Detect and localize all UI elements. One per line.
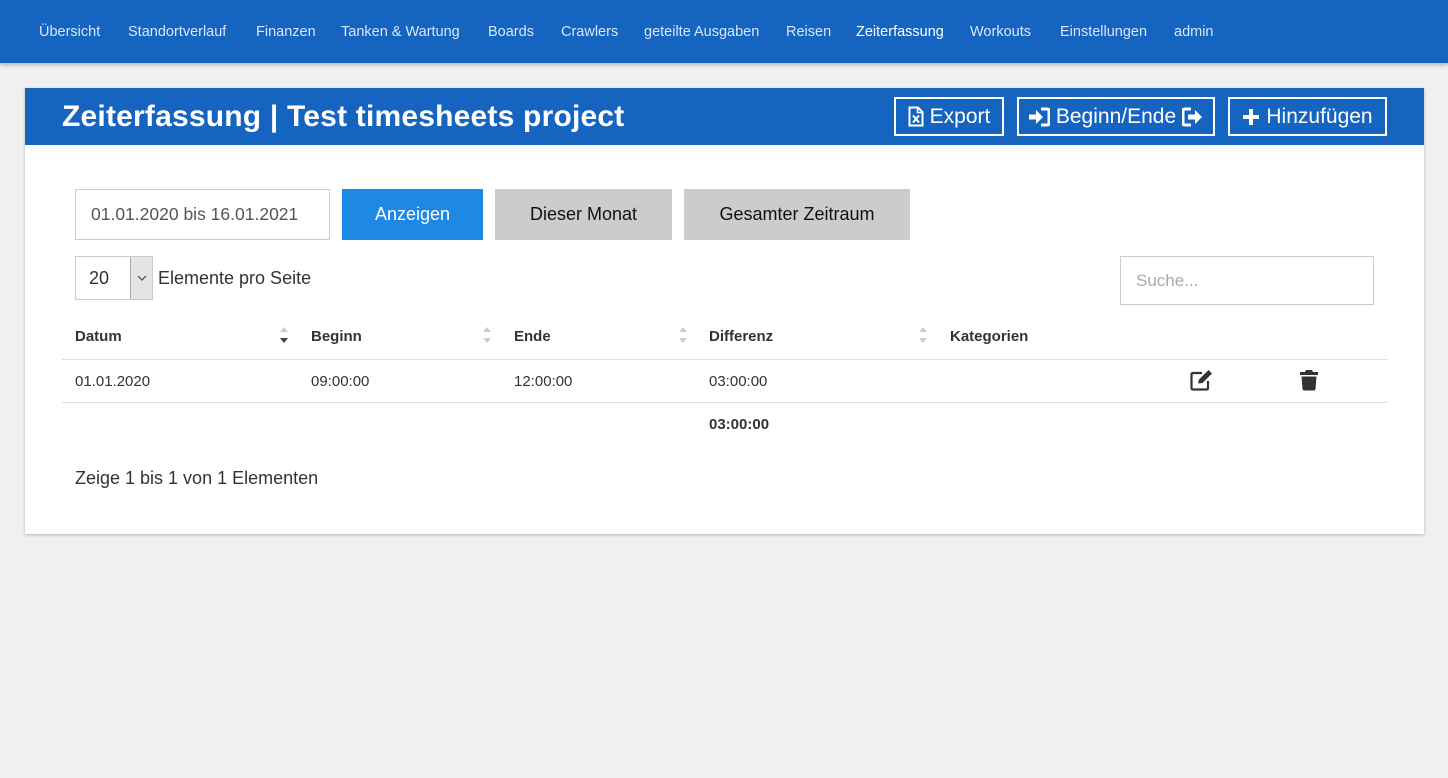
- file-excel-icon: [908, 106, 924, 127]
- nav-item-boards[interactable]: Boards: [488, 22, 534, 42]
- add-entry-button[interactable]: Hinzufügen: [1228, 97, 1387, 136]
- search-input[interactable]: [1120, 256, 1374, 305]
- nav-item-admin[interactable]: admin: [1174, 22, 1214, 42]
- total-differenz: 03:00:00: [709, 416, 770, 433]
- nav-item-finanzen[interactable]: Finanzen: [256, 22, 316, 42]
- page-size-value: 20: [89, 268, 110, 288]
- cell-datum: 01.01.2020: [75, 373, 151, 390]
- table-info: Zeige 1 bis 1 von 1 Elementen: [75, 468, 319, 488]
- card-header: Zeiterfassung | Test timesheets project …: [25, 88, 1424, 145]
- all-time-button[interactable]: Gesamter Zeitraum: [684, 189, 910, 240]
- show-button[interactable]: Anzeigen: [342, 189, 483, 240]
- plus-icon: [1242, 108, 1260, 126]
- timesheet-card: Zeiterfassung | Test timesheets project …: [25, 88, 1424, 534]
- date-range-input[interactable]: [75, 189, 330, 240]
- page-title: Zeiterfassung | Test timesheets project: [62, 100, 625, 133]
- nav-item-uebersicht[interactable]: Übersicht: [39, 22, 100, 42]
- nav-item-workouts[interactable]: Workouts: [970, 22, 1031, 42]
- column-header-differenz[interactable]: Differenz: [709, 328, 773, 346]
- top-navigation: Übersicht Standortverlauf Finanzen Tanke…: [0, 0, 1448, 63]
- nav-item-standortverlauf[interactable]: Standortverlauf: [128, 22, 226, 42]
- cell-beginn: 09:00:00: [311, 373, 370, 390]
- export-button[interactable]: Export: [894, 97, 1004, 136]
- nav-item-tanken-wartung[interactable]: Tanken & Wartung: [341, 22, 460, 42]
- nav-item-crawlers[interactable]: Crawlers: [561, 22, 618, 42]
- column-header-datum[interactable]: Datum: [75, 328, 122, 346]
- sort-desc-icon[interactable]: [279, 325, 289, 345]
- chevron-down-icon: [130, 257, 152, 299]
- sign-out-icon: [1182, 107, 1204, 127]
- column-header-kategorien: Kategorien: [950, 328, 1029, 345]
- sort-icon[interactable]: [482, 325, 492, 345]
- page-size-label: Elemente pro Seite: [158, 268, 312, 288]
- sort-icon[interactable]: [918, 325, 928, 345]
- cell-differenz: 03:00:00: [709, 373, 768, 390]
- page-size-select[interactable]: 20: [75, 256, 153, 300]
- checkin-checkout-button[interactable]: Beginn/Ende: [1017, 97, 1215, 136]
- this-month-button[interactable]: Dieser Monat: [495, 189, 672, 240]
- table-row-divider: [62, 402, 1387, 403]
- column-header-ende[interactable]: Ende: [514, 328, 551, 346]
- add-entry-label: Hinzufügen: [1266, 105, 1373, 128]
- sign-in-icon: [1028, 107, 1050, 127]
- column-header-beginn[interactable]: Beginn: [311, 328, 362, 346]
- nav-item-geteilte-ausgaben[interactable]: geteilte Ausgaben: [644, 22, 759, 42]
- nav-item-reisen[interactable]: Reisen: [786, 22, 831, 42]
- trash-icon[interactable]: [1299, 369, 1319, 396]
- nav-item-zeiterfassung[interactable]: Zeiterfassung: [856, 22, 944, 42]
- sort-icon[interactable]: [678, 325, 688, 345]
- export-label: Export: [929, 105, 991, 128]
- table-header-divider: [62, 359, 1387, 360]
- cell-ende: 12:00:00: [514, 373, 573, 390]
- nav-item-einstellungen[interactable]: Einstellungen: [1060, 22, 1147, 42]
- checkin-checkout-label: Beginn/Ende: [1055, 105, 1177, 128]
- edit-icon[interactable]: [1190, 369, 1214, 396]
